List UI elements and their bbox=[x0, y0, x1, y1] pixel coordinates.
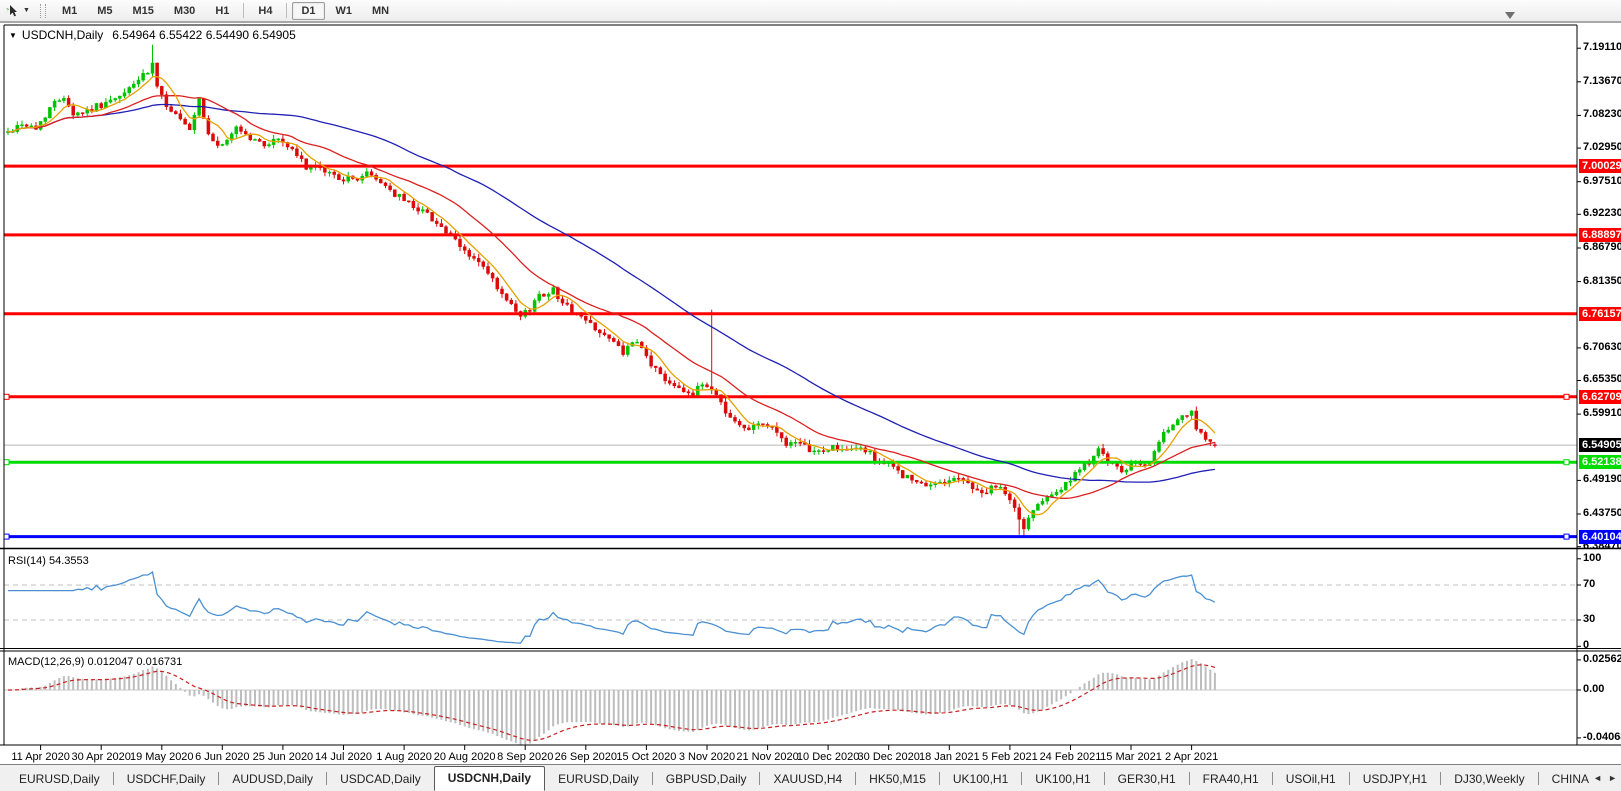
chart-tab-EURUSD-Daily[interactable]: EURUSD,Daily bbox=[545, 767, 652, 791]
current-price-badge: 6.54905 bbox=[1579, 438, 1621, 453]
line-handle[interactable] bbox=[3, 459, 10, 466]
line-handle[interactable] bbox=[3, 393, 10, 400]
ma-slow-line bbox=[7, 103, 1215, 483]
date-tick-label: 21 Nov 2020 bbox=[736, 751, 799, 763]
chart-tab-USDCAD-Daily[interactable]: USDCAD,Daily bbox=[327, 767, 434, 791]
price-line-badge-6.40104: 6.40104 bbox=[1579, 529, 1621, 544]
price-line-badge-6.52138: 6.52138 bbox=[1579, 455, 1621, 470]
price-tick-label: 6.59910 bbox=[1583, 407, 1621, 420]
main-price-pane bbox=[4, 44, 1577, 539]
line-handle[interactable] bbox=[1563, 393, 1570, 400]
chart-tab-USDCNH-Daily[interactable]: USDCNH,Daily bbox=[433, 766, 546, 791]
chart-tab-UK100-H1[interactable]: UK100,H1 bbox=[940, 767, 1021, 791]
chart-tab-XAUUSD-H4[interactable]: XAUUSD,H4 bbox=[760, 767, 855, 791]
price-tick-label: 7.08230 bbox=[1583, 108, 1621, 121]
price-tick-label: 7.19110 bbox=[1583, 41, 1621, 54]
chart-tab-GER30-H1[interactable]: GER30,H1 bbox=[1105, 767, 1189, 791]
ma-fast-line bbox=[7, 76, 1216, 516]
tabs-scroll-left-icon[interactable]: ◄ bbox=[1593, 773, 1602, 783]
tabs-scroll-right-icon[interactable]: ► bbox=[1608, 773, 1617, 783]
price-line-badge-7.00029: 7.00029 bbox=[1579, 159, 1621, 174]
chart-tab-USDCHF-Daily[interactable]: USDCHF,Daily bbox=[114, 767, 219, 791]
macd-indicator-label: MACD(12,26,9) 0.012047 0.016731 bbox=[8, 656, 183, 668]
rsi-tick-label: 0 bbox=[1583, 639, 1590, 652]
chart-title: ▼ USDCNH,Daily 6.54964 6.55422 6.54490 6.5… bbox=[9, 28, 296, 42]
price-tick-label: 6.81350 bbox=[1583, 274, 1621, 287]
date-tick-label: 30 Apr 2020 bbox=[71, 751, 131, 763]
date-tick-label: 20 Aug 2020 bbox=[433, 751, 496, 763]
line-handle[interactable] bbox=[1563, 459, 1570, 466]
chart-tab-USDJPY-H1[interactable]: USDJPY,H1 bbox=[1350, 767, 1440, 791]
date-tick-label: 26 Sep 2020 bbox=[554, 751, 618, 763]
macd-tick-label: 0.025623 bbox=[1583, 652, 1621, 665]
price-tick-label: 7.13670 bbox=[1583, 74, 1621, 87]
rsi-tick-label: 30 bbox=[1583, 613, 1596, 625]
chart-tab-AUDUSD-Daily[interactable]: AUDUSD,Daily bbox=[219, 767, 326, 791]
chart-plot-area[interactable] bbox=[0, 0, 1621, 791]
chart-tab-bar: EURUSD,Daily USDCHF,Daily AUDUSD,Daily USDC… bbox=[0, 764, 1621, 791]
chart-tab-EURUSD-Daily[interactable]: EURUSD,Daily bbox=[6, 767, 113, 791]
chart-ohlc-values: 6.54964 6.55422 6.54490 6.54905 bbox=[112, 28, 296, 42]
chart-tab-FRA40-H1[interactable]: FRA40,H1 bbox=[1190, 767, 1272, 791]
price-line-badge-6.62709: 6.62709 bbox=[1579, 389, 1621, 404]
date-tick-label: 18 Jan 2021 bbox=[919, 751, 980, 763]
chart-tab-HK50-M15[interactable]: HK50,M15 bbox=[856, 767, 939, 791]
date-tick-label: 5 Feb 2021 bbox=[982, 751, 1038, 763]
date-tick-label: 24 Feb 2021 bbox=[1039, 751, 1102, 763]
date-tick-label: 15 Oct 2020 bbox=[616, 751, 677, 763]
rsi-line bbox=[8, 571, 1216, 644]
macd-pane bbox=[4, 659, 1577, 745]
price-tick-label: 6.86790 bbox=[1583, 240, 1621, 253]
price-tick-label: 7.02950 bbox=[1583, 141, 1621, 154]
date-tick-label: 6 Jun 2020 bbox=[195, 751, 250, 763]
rsi-tick-label: 100 bbox=[1583, 551, 1602, 564]
chart-tab-DJ30-Weekly[interactable]: DJ30,Weekly bbox=[1441, 767, 1537, 791]
line-handle[interactable] bbox=[3, 533, 10, 540]
rsi-pane bbox=[4, 571, 1577, 644]
chart-tab-CHINA300-H1[interactable]: CHINA300,H1 bbox=[1539, 767, 1589, 791]
chart-tab-UK100-H1[interactable]: UK100,H1 bbox=[1022, 767, 1103, 791]
chart-tab-GBPUSD-Daily[interactable]: GBPUSD,Daily bbox=[653, 767, 760, 791]
macd-tick-label: -0.040687 bbox=[1583, 730, 1621, 743]
date-tick-label: 15 Mar 2021 bbox=[1100, 751, 1162, 763]
price-tick-label: 6.43750 bbox=[1583, 507, 1621, 519]
price-tick-label: 6.92230 bbox=[1583, 207, 1621, 220]
chart-symbol-period: USDCNH,Daily bbox=[21, 28, 104, 42]
rsi-tick-label: 70 bbox=[1583, 578, 1596, 590]
date-tick-label: 30 Dec 2020 bbox=[857, 751, 920, 763]
price-tick-label: 6.97510 bbox=[1583, 174, 1621, 187]
date-tick-label: 8 Sep 2020 bbox=[497, 751, 554, 763]
macd-tick-label: 0.00 bbox=[1583, 683, 1605, 695]
date-tick-label: 10 Dec 2020 bbox=[796, 751, 860, 763]
chart-tab-USOil-H1[interactable]: USOil,H1 bbox=[1273, 767, 1349, 791]
date-tick-label: 3 Nov 2020 bbox=[678, 751, 736, 763]
price-line-badge-6.88897: 6.88897 bbox=[1579, 227, 1621, 242]
date-tick-label: 25 Jun 2020 bbox=[252, 751, 314, 763]
price-tick-label: 6.65350 bbox=[1583, 373, 1621, 386]
indicator-collapse-icon[interactable]: ▼ bbox=[9, 31, 17, 40]
date-tick-label: 19 May 2020 bbox=[129, 751, 194, 763]
mt4-chart-window: ▼ M1 M5 M15 M30 H1 H4 D1 W1 MN ▼ USDCNH,Daily 6.54… bbox=[0, 0, 1621, 791]
chart-tabs: EURUSD,Daily USDCHF,Daily AUDUSD,Daily USDC… bbox=[0, 765, 1589, 791]
date-tick-label: 11 Apr 2020 bbox=[11, 751, 70, 763]
price-line-badge-6.76157: 6.76157 bbox=[1579, 306, 1621, 321]
price-tick-label: 6.49190 bbox=[1583, 473, 1621, 486]
price-tick-label: 6.70630 bbox=[1583, 340, 1621, 353]
line-handle[interactable] bbox=[1563, 533, 1570, 540]
rsi-indicator-label: RSI(14) 54.3553 bbox=[8, 555, 89, 567]
date-tick-label: 14 Jul 2020 bbox=[315, 751, 372, 763]
ma-medium-line bbox=[7, 94, 1216, 499]
date-tick-label: 2 Apr 2021 bbox=[1165, 751, 1219, 763]
macd-histogram bbox=[16, 659, 1216, 745]
date-tick-label: 1 Aug 2020 bbox=[376, 751, 432, 763]
